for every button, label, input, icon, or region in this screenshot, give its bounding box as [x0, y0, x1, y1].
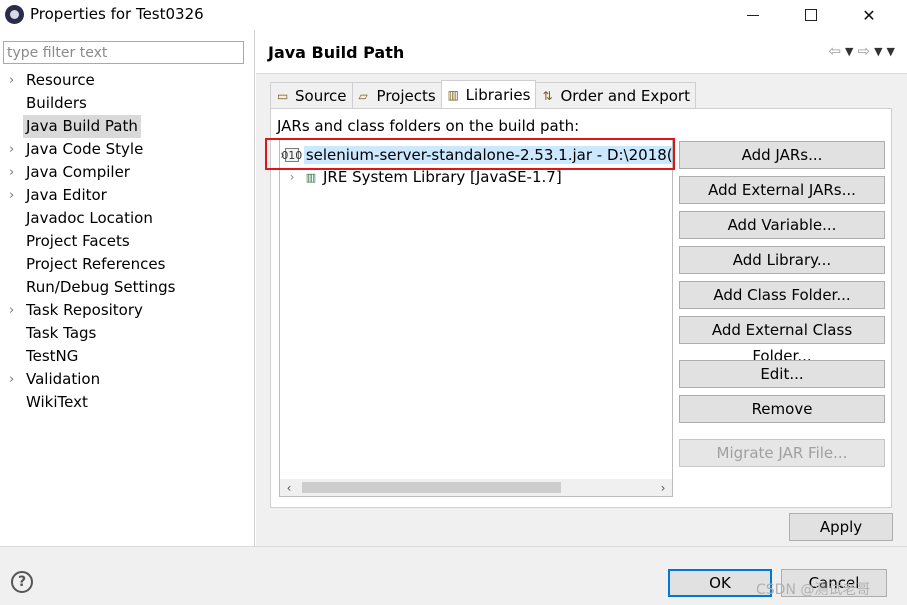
nav-item-java-code-style[interactable]: › Java Code Style: [0, 138, 254, 161]
nav-item-java-editor[interactable]: › Java Editor: [0, 184, 254, 207]
chevron-right-icon[interactable]: ›: [9, 138, 14, 161]
add-external-jars-button[interactable]: Add External JARs...: [679, 176, 885, 204]
minimize-icon: [747, 14, 759, 16]
watermark: CSDN @测试老哥: [756, 582, 871, 598]
scroll-left-icon[interactable]: ‹: [280, 481, 298, 495]
migrate-jar-file-button[interactable]: Migrate JAR File...: [679, 439, 885, 467]
property-pages-list: › Resource Builders Java Build Path › Java…: [0, 69, 254, 414]
chevron-right-icon[interactable]: ›: [9, 299, 14, 322]
tab-source[interactable]: ▭ Source: [270, 82, 353, 108]
projects-icon: ▱: [358, 88, 368, 103]
build-path-tabs: ▭ Source ▱ Projects ▥ Libraries ⇅ Order and …: [270, 80, 696, 108]
page-header: Java Build Path ⇦ ▼ ⇨ ▼ ▼: [256, 30, 907, 74]
nav-item-run-debug-settings[interactable]: Run/Debug Settings: [0, 276, 254, 299]
nav-item-testng[interactable]: TestNG: [0, 345, 254, 368]
build-path-tree[interactable]: › 010 selenium-server-standalone-2.53.1.…: [279, 139, 673, 497]
forward-arrow-icon[interactable]: ⇨: [857, 42, 870, 60]
title-bar: Properties for Test0326 ✕: [0, 0, 907, 30]
nav-item-builders[interactable]: Builders: [0, 92, 254, 115]
chevron-right-icon[interactable]: ›: [9, 69, 14, 92]
horizontal-scrollbar[interactable]: ‹ ›: [280, 479, 672, 496]
annotation-highlight-box: [265, 138, 675, 170]
window-title: Properties for Test0326: [30, 5, 204, 23]
eclipse-app-icon: [5, 5, 24, 24]
chevron-right-icon[interactable]: ›: [280, 170, 304, 184]
nav-item-project-references[interactable]: Project References: [0, 253, 254, 276]
edit-button[interactable]: Edit...: [679, 360, 885, 388]
add-external-class-folder-button[interactable]: Add External Class Folder...: [679, 316, 885, 365]
nav-item-resource[interactable]: › Resource: [0, 69, 254, 92]
nav-item-validation[interactable]: › Validation: [0, 368, 254, 391]
library-icon: ▥: [305, 170, 317, 184]
scroll-right-icon[interactable]: ›: [654, 481, 672, 495]
view-menu-icon[interactable]: ▼: [887, 45, 895, 58]
page-title: Java Build Path: [268, 43, 405, 62]
nav-item-wikitext[interactable]: WikiText: [0, 391, 254, 414]
maximize-icon: [805, 9, 817, 21]
add-class-folder-button[interactable]: Add Class Folder...: [679, 281, 885, 309]
help-icon[interactable]: ?: [11, 571, 33, 593]
build-path-label: JARs and class folders on the build path…: [277, 117, 580, 135]
nav-item-project-facets[interactable]: Project Facets: [0, 230, 254, 253]
maximize-button[interactable]: [788, 0, 834, 30]
tab-projects[interactable]: ▱ Projects: [351, 82, 442, 108]
forward-dropdown-icon[interactable]: ▼: [874, 45, 882, 58]
tab-order-and-export[interactable]: ⇅ Order and Export: [535, 82, 696, 108]
add-variable-button[interactable]: Add Variable...: [679, 211, 885, 239]
nav-item-task-tags[interactable]: Task Tags: [0, 322, 254, 345]
nav-item-java-compiler[interactable]: › Java Compiler: [0, 161, 254, 184]
filter-input[interactable]: [3, 41, 244, 64]
property-pages-pane: ›Resource Builders Java Build Path ›Java…: [0, 30, 255, 546]
chevron-right-icon[interactable]: ›: [9, 368, 14, 391]
nav-item-task-repository[interactable]: › Task Repository: [0, 299, 254, 322]
nav-item-javadoc-location[interactable]: Javadoc Location: [0, 207, 254, 230]
apply-button[interactable]: Apply: [789, 513, 893, 541]
source-folder-icon: ▭: [277, 88, 289, 103]
chevron-right-icon[interactable]: ›: [9, 184, 14, 207]
nav-item-java-build-path[interactable]: Java Build Path: [0, 115, 254, 138]
property-page-content: Java Build Path ⇦ ▼ ⇨ ▼ ▼ ▭ Source ▱ Proje…: [256, 30, 907, 546]
close-button[interactable]: ✕: [846, 0, 892, 30]
close-icon: ✕: [862, 5, 876, 25]
add-library-button[interactable]: Add Library...: [679, 246, 885, 274]
libraries-icon: ▥: [447, 87, 460, 102]
back-dropdown-icon[interactable]: ▼: [845, 45, 853, 58]
history-nav: ⇦ ▼ ⇨ ▼ ▼: [828, 42, 895, 60]
tab-libraries[interactable]: ▥ Libraries: [440, 80, 537, 108]
scrollbar-thumb[interactable]: [302, 482, 561, 493]
chevron-right-icon[interactable]: ›: [9, 161, 14, 184]
remove-button[interactable]: Remove: [679, 395, 885, 423]
back-arrow-icon[interactable]: ⇦: [828, 42, 841, 60]
order-export-icon: ⇅: [542, 88, 553, 103]
add-jars-button[interactable]: Add JARs...: [679, 141, 885, 169]
dialog-footer: ? OK Cancel CSDN @测试老哥: [0, 546, 907, 605]
minimize-button[interactable]: [730, 0, 776, 30]
